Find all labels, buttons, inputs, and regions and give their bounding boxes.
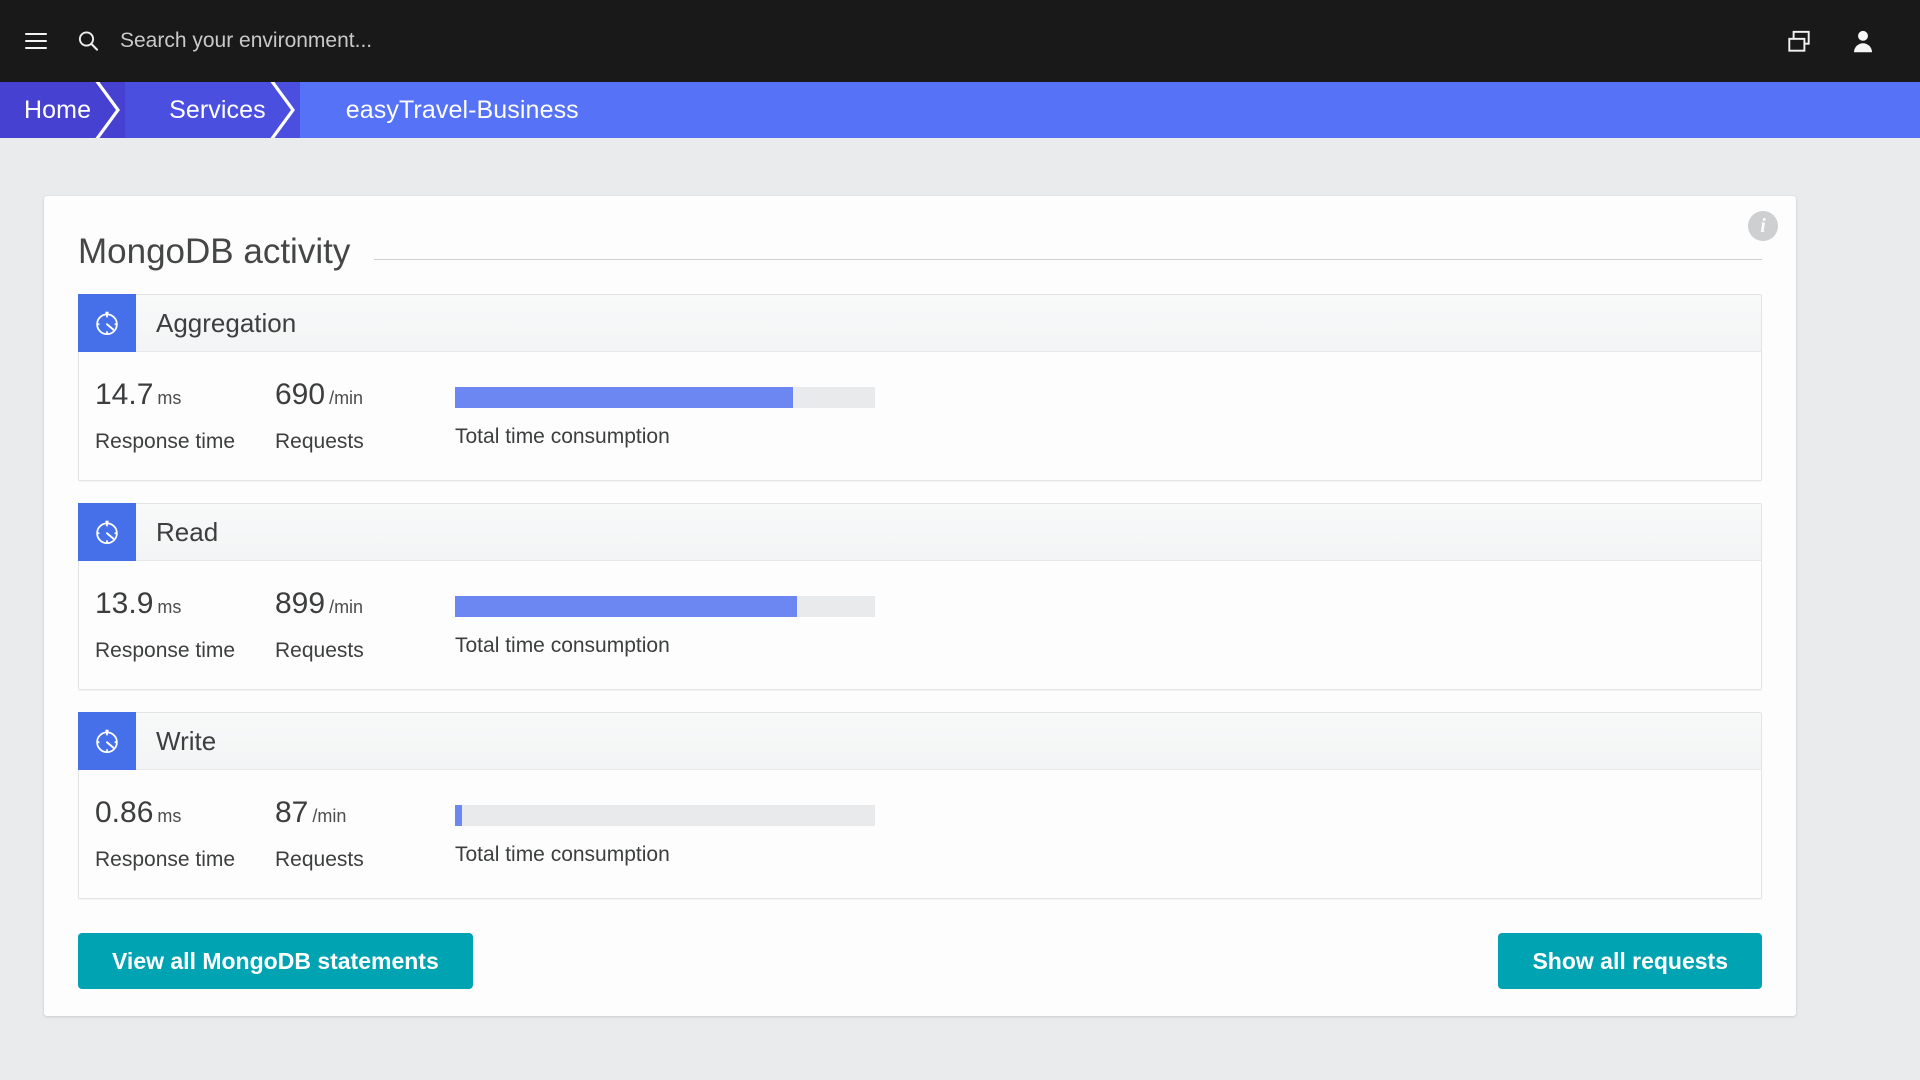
section-title: Write xyxy=(156,725,217,756)
progress-bar-track xyxy=(455,596,875,617)
metric-unit: ms xyxy=(157,597,182,617)
progress-bar-fill xyxy=(455,805,463,826)
metric-section-read: Read 13.9 ms Response time 899 /min Requ… xyxy=(78,503,1762,690)
metric-unit: /min xyxy=(329,388,364,408)
metric-value: 87 /min xyxy=(275,798,455,832)
stopwatch-icon xyxy=(78,294,136,352)
search-icon xyxy=(76,29,100,53)
metric-requests: 899 /min Requests xyxy=(275,589,455,663)
breadcrumb: Home Services easyTravel-Business xyxy=(0,82,1920,138)
metric-value: 14.7 ms xyxy=(95,380,275,414)
metric-label: Requests xyxy=(275,639,364,662)
hamburger-bar xyxy=(25,33,47,35)
breadcrumb-item-home[interactable]: Home xyxy=(0,82,126,138)
progress-bar-track xyxy=(455,387,875,408)
section-title: Aggregation xyxy=(156,307,297,338)
metric-unit: /min xyxy=(329,597,364,617)
search-input[interactable] xyxy=(118,20,722,62)
metric-label: Total time consumption xyxy=(455,634,670,657)
metric-response-time: 0.86 ms Response time xyxy=(95,798,275,872)
breadcrumb-label: Services xyxy=(169,95,266,124)
metric-label: Requests xyxy=(275,430,364,453)
metric-section-aggregation: Aggregation 14.7 ms Response time 690 /m… xyxy=(78,294,1762,481)
metric-total-time-consumption: Total time consumption xyxy=(455,589,1761,658)
metric-label: Total time consumption xyxy=(455,425,670,448)
show-all-requests-button[interactable]: Show all requests xyxy=(1498,933,1762,989)
page-title: MongoDB activity xyxy=(78,232,351,271)
metric-label: Requests xyxy=(275,848,364,871)
metric-total-time-consumption: Total time consumption xyxy=(455,798,1761,867)
hamburger-bar xyxy=(25,47,47,49)
metric-number: 690 xyxy=(275,378,326,411)
section-title: Read xyxy=(156,516,219,547)
metric-label: Response time xyxy=(95,430,236,453)
top-navigation-bar xyxy=(0,0,1920,82)
metric-requests: 87 /min Requests xyxy=(275,798,455,872)
progress-bar-fill xyxy=(455,596,798,617)
metric-number: 87 xyxy=(275,796,309,829)
metric-sections: Aggregation 14.7 ms Response time 690 /m… xyxy=(44,272,1796,899)
mongodb-activity-card: i MongoDB activity Aggregation 14.7 ms R… xyxy=(44,196,1796,1016)
metric-unit: ms xyxy=(157,806,182,826)
global-search[interactable] xyxy=(76,0,1782,82)
chevron-right-icon xyxy=(267,82,301,138)
user-avatar-icon[interactable] xyxy=(1846,24,1880,58)
metric-number: 14.7 xyxy=(95,378,154,411)
section-body: 0.86 ms Response time 87 /min Requests T… xyxy=(79,770,1761,898)
metric-value: 0.86 ms xyxy=(95,798,275,832)
hamburger-menu-icon[interactable] xyxy=(18,23,54,59)
metric-number: 899 xyxy=(275,587,326,620)
stopwatch-icon xyxy=(78,503,136,561)
metric-value: 690 /min xyxy=(275,380,455,414)
info-icon[interactable]: i xyxy=(1748,211,1778,241)
breadcrumb-item-services[interactable]: Services xyxy=(125,82,300,138)
topbar-actions xyxy=(1782,24,1880,58)
section-body: 14.7 ms Response time 690 /min Requests xyxy=(79,352,1761,480)
metric-label: Response time xyxy=(95,848,236,871)
metric-value: 13.9 ms xyxy=(95,589,275,623)
metric-requests: 690 /min Requests xyxy=(275,380,455,454)
progress-bar-track xyxy=(455,805,875,826)
metric-response-time: 13.9 ms Response time xyxy=(95,589,275,663)
metric-unit: /min xyxy=(312,806,347,826)
progress-bar-fill xyxy=(455,387,794,408)
metric-label: Response time xyxy=(95,639,236,662)
section-body: 13.9 ms Response time 899 /min Requests xyxy=(79,561,1761,689)
section-header: Write xyxy=(78,712,1761,770)
metric-label: Total time consumption xyxy=(455,843,670,866)
title-divider xyxy=(374,258,1762,260)
breadcrumb-label: easyTravel-Business xyxy=(345,95,579,124)
section-header: Aggregation xyxy=(78,294,1761,352)
metric-response-time: 14.7 ms Response time xyxy=(95,380,275,454)
card-title-row: MongoDB activity xyxy=(44,196,1796,272)
metric-total-time-consumption: Total time consumption xyxy=(455,380,1761,449)
section-header: Read xyxy=(78,503,1761,561)
metric-unit: ms xyxy=(157,388,182,408)
breadcrumb-label: Home xyxy=(24,95,92,124)
windows-copy-icon[interactable] xyxy=(1782,24,1816,58)
hamburger-bar xyxy=(25,40,47,42)
card-footer: View all MongoDB statements Show all req… xyxy=(44,921,1796,989)
metric-value: 899 /min xyxy=(275,589,455,623)
metric-number: 13.9 xyxy=(95,587,154,620)
stopwatch-icon xyxy=(78,712,136,770)
metric-number: 0.86 xyxy=(95,796,154,829)
view-all-mongodb-statements-button[interactable]: View all MongoDB statements xyxy=(78,933,473,989)
chevron-right-icon xyxy=(92,82,126,138)
metric-section-write: Write 0.86 ms Response time 87 /min Requ… xyxy=(78,712,1762,899)
breadcrumb-item-current: easyTravel-Business xyxy=(299,82,1920,138)
